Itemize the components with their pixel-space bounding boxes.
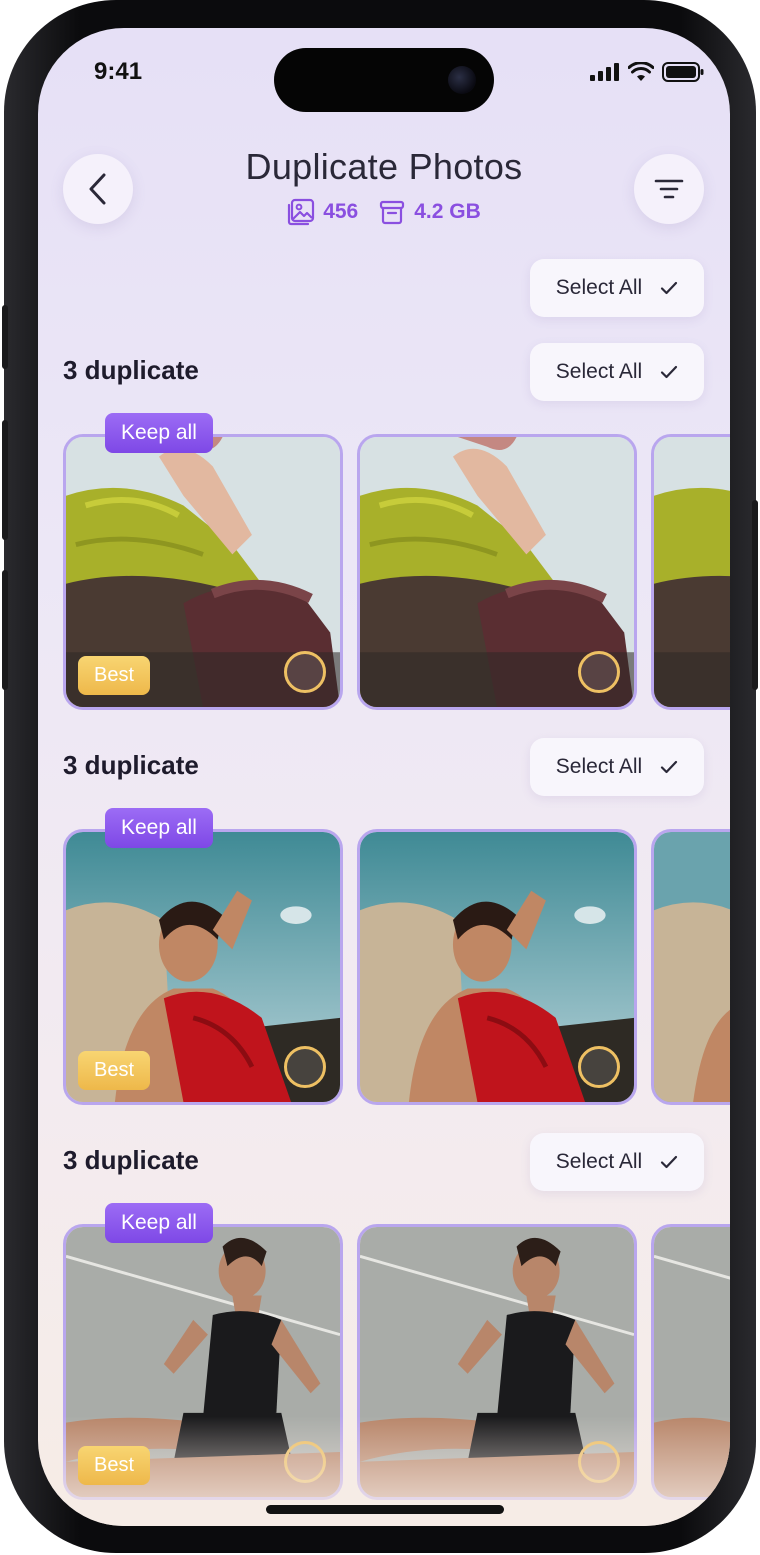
keep-all-button[interactable]: Keep all <box>105 1203 213 1243</box>
best-badge: Best <box>78 1446 151 1485</box>
select-checkbox[interactable] <box>284 1441 326 1483</box>
action-button <box>2 305 8 369</box>
select-checkbox[interactable] <box>284 1046 326 1088</box>
photo-thumbnail[interactable]: Best <box>63 829 343 1105</box>
select-all-button[interactable]: Select All <box>530 259 704 317</box>
keep-all-button[interactable]: Keep all <box>105 413 213 453</box>
volume-up-button <box>2 420 8 540</box>
storage-stat: 4.2 GB <box>378 198 481 226</box>
select-checkbox[interactable] <box>578 1441 620 1483</box>
photo-count-stat: 456 <box>287 198 358 226</box>
photo-thumbnail[interactable] <box>651 829 730 1105</box>
dynamic-island <box>274 48 494 112</box>
photo-strip: Keep all Best <box>63 808 730 1105</box>
status-time: 9:41 <box>94 58 143 85</box>
battery-icon <box>662 62 704 82</box>
checkmark-icon <box>661 365 678 379</box>
group-title: 3 duplicate <box>63 355 199 385</box>
signal-icon <box>590 63 619 81</box>
status-icons <box>590 62 704 82</box>
photo-thumbnail[interactable] <box>357 1224 637 1500</box>
home-indicator[interactable] <box>266 1505 504 1514</box>
court-photo <box>654 1227 730 1497</box>
volume-down-button <box>2 570 8 690</box>
select-all-label: Select All <box>555 1150 643 1173</box>
group-title: 3 duplicate <box>63 1145 199 1175</box>
page-title: Duplicate Photos <box>245 146 523 187</box>
photo-thumbnail[interactable]: Best <box>63 434 343 710</box>
group-select-all-button[interactable]: Select All <box>530 1133 704 1191</box>
photo-strip: Keep all Best <box>63 413 730 710</box>
best-badge: Best <box>78 1051 151 1090</box>
select-all-label: Select All <box>555 360 643 383</box>
select-all-label: Select All <box>555 755 643 778</box>
best-badge: Best <box>78 656 151 695</box>
wifi-icon <box>628 62 654 81</box>
camera-icon <box>448 66 476 94</box>
photo-count: 456 <box>323 200 359 223</box>
keep-all-button[interactable]: Keep all <box>105 808 213 848</box>
select-checkbox[interactable] <box>578 651 620 693</box>
photo-thumbnail[interactable]: Best <box>63 1224 343 1500</box>
photo-thumbnail[interactable] <box>357 829 637 1105</box>
storage-size: 4.2 GB <box>414 200 481 223</box>
stats-row: 456 4.2 GB <box>38 198 730 226</box>
select-checkbox[interactable] <box>578 1046 620 1088</box>
power-button <box>752 500 758 690</box>
archive-icon <box>380 200 405 225</box>
group-select-all-button[interactable]: Select All <box>530 738 704 796</box>
screen: 9:41 Duplicate Photos 456 4.2 GB Select … <box>38 28 730 1526</box>
checkmark-icon <box>661 760 678 774</box>
checkmark-icon <box>661 1155 678 1169</box>
phone-frame: 9:41 Duplicate Photos 456 4.2 GB Select … <box>2 0 758 1553</box>
red-top-photo <box>654 832 730 1102</box>
knitwear-photo <box>654 437 730 707</box>
photo-thumbnail[interactable] <box>651 1224 730 1500</box>
select-checkbox[interactable] <box>284 651 326 693</box>
photo-thumbnail[interactable] <box>651 434 730 710</box>
checkmark-icon <box>661 281 678 295</box>
group-select-all-button[interactable]: Select All <box>530 343 704 401</box>
photo-thumbnail[interactable] <box>357 434 637 710</box>
group-title: 3 duplicate <box>63 750 199 780</box>
select-all-label: Select All <box>555 276 643 299</box>
gallery-icon <box>288 198 315 226</box>
photo-strip: Keep all Best <box>63 1203 730 1500</box>
